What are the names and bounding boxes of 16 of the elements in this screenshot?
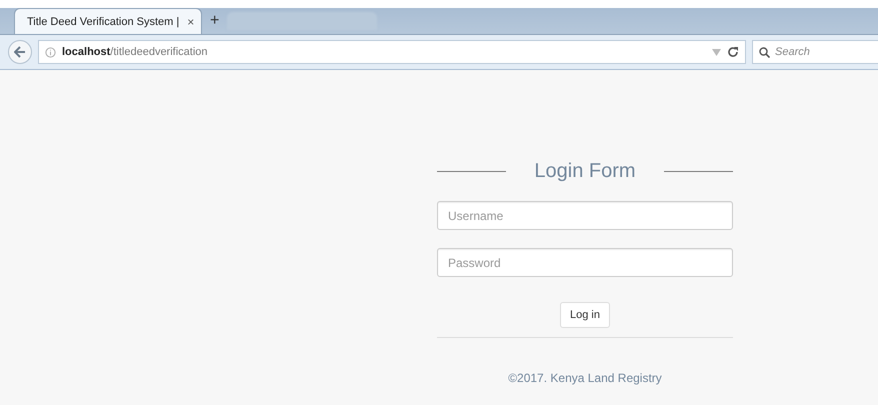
url-text: localhost/titledeedverification — [62, 46, 209, 58]
password-field[interactable]: Password — [437, 248, 733, 277]
back-button[interactable] — [8, 40, 32, 64]
info-icon[interactable] — [45, 46, 56, 58]
back-arrow-icon — [14, 46, 26, 58]
reload-icon[interactable] — [727, 46, 739, 58]
address-bar[interactable]: localhost/titledeedverification — [38, 40, 746, 64]
new-tab-button[interactable]: + — [206, 8, 224, 34]
close-icon[interactable]: × — [187, 14, 194, 28]
username-field[interactable]: Username — [437, 201, 733, 230]
form-title: Login Form — [534, 160, 636, 183]
search-icon — [759, 46, 770, 58]
search-field[interactable]: Search — [752, 40, 878, 64]
copyright-text: ©2017. Kenya Land Registry — [508, 371, 662, 385]
browser-tab[interactable]: Title Deed Verification System | × — [14, 8, 202, 34]
login-button[interactable]: Log in — [560, 302, 610, 328]
